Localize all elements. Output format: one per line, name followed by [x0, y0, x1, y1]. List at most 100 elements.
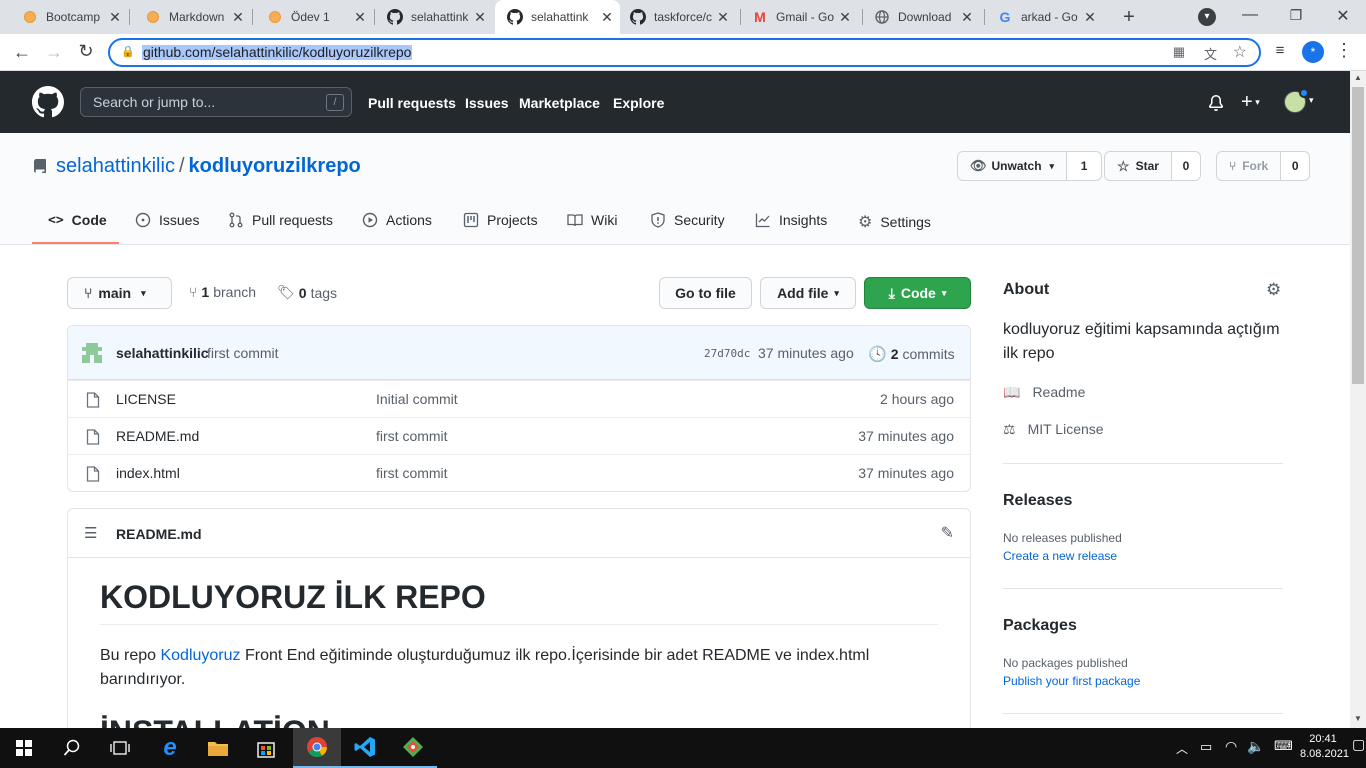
chrome-taskbar-icon[interactable] — [293, 728, 341, 768]
address-bar[interactable]: 🔒 github.com/selahattinkilic/kodluyoruzi… — [108, 38, 1261, 67]
close-tab-icon[interactable]: ✕ — [1083, 10, 1097, 24]
close-tab-icon[interactable]: ✕ — [473, 10, 487, 24]
vscode-icon[interactable] — [341, 728, 389, 768]
browser-tab[interactable]: G arkad - Go ✕ — [975, 0, 1103, 34]
branches-link[interactable]: ⑂ 1 branch — [189, 284, 256, 300]
close-tab-icon[interactable]: ✕ — [716, 10, 730, 24]
nav-pull-requests[interactable]: Pull requests — [368, 95, 456, 111]
add-file-button[interactable]: Add file ▾ — [760, 277, 856, 309]
releases-title[interactable]: Releases — [1003, 492, 1072, 510]
file-commit-message-link[interactable]: Initial commit — [376, 391, 458, 407]
publish-package-link[interactable]: Publish your first package — [1003, 674, 1140, 688]
close-tab-icon[interactable]: ✕ — [960, 10, 974, 24]
repo-owner-link[interactable]: selahattinkilic — [56, 155, 175, 178]
notifications-icon[interactable]: ▢ — [1352, 736, 1365, 753]
repo-name-link[interactable]: kodluyoruzilkrepo — [189, 155, 361, 178]
readme-filename[interactable]: README.md — [116, 526, 202, 542]
tab-wiki[interactable]: Wiki — [567, 212, 617, 228]
commit-author-link[interactable]: selahattinkilic — [116, 345, 209, 361]
scrollbar-thumb[interactable] — [1352, 87, 1364, 384]
maximize-icon[interactable]: ❐ — [1286, 7, 1306, 24]
file-commit-message-link[interactable]: first commit — [376, 465, 448, 481]
language-icon[interactable]: ⌨ — [1274, 738, 1293, 754]
tags-link[interactable]: 🏷 0 tags — [277, 284, 337, 301]
tab-settings[interactable]: ⚙ Settings — [858, 212, 931, 232]
minimize-icon[interactable]: — — [1240, 6, 1260, 24]
browser-tab[interactable]: selahattink ✕ — [365, 0, 493, 34]
forward-arrow-icon[interactable]: → — [44, 42, 64, 63]
file-commit-message-link[interactable]: first commit — [376, 428, 448, 444]
reading-list-icon[interactable]: ≡ — [1270, 42, 1290, 59]
gear-icon[interactable]: ⚙ — [1266, 280, 1281, 300]
wifi-icon[interactable]: ◠ — [1225, 738, 1237, 755]
list-icon[interactable]: ☰ — [84, 524, 97, 542]
tab-search-icon[interactable]: ▾ — [1198, 8, 1216, 26]
close-tab-icon[interactable]: ✕ — [108, 10, 122, 24]
system-clock[interactable]: 20:41 8.08.2021 — [1300, 732, 1349, 762]
create-new-plus-icon[interactable]: + ▾ — [1241, 91, 1260, 114]
chrome-menu-icon[interactable]: ⋮ — [1334, 40, 1354, 61]
windows-start-icon[interactable] — [0, 728, 48, 768]
store-icon[interactable] — [242, 728, 290, 768]
file-explorer-icon[interactable] — [194, 728, 242, 768]
profile-avatar[interactable]: * — [1302, 41, 1324, 63]
browser-tab[interactable]: M Gmail - Go ✕ — [730, 0, 858, 34]
search-icon[interactable] — [48, 728, 96, 768]
author-avatar[interactable] — [82, 343, 102, 363]
bookmark-star-icon[interactable]: ☆ — [1233, 42, 1247, 62]
git-kraken-icon[interactable] — [389, 728, 437, 768]
go-to-file-button[interactable]: Go to file — [659, 277, 752, 309]
task-view-icon[interactable] — [96, 728, 144, 768]
fork-button[interactable]: ⑂ Fork — [1217, 152, 1282, 180]
tab-issues[interactable]: Issues — [135, 212, 199, 228]
scroll-up-arrow-icon[interactable]: ▲ — [1354, 73, 1362, 82]
show-hidden-icons-icon[interactable]: ︿ — [1176, 740, 1188, 757]
browser-tab[interactable]: taskforce/c ✕ — [608, 0, 736, 34]
tab-code[interactable]: <> Code — [48, 212, 107, 228]
nav-explore[interactable]: Explore — [613, 95, 664, 111]
edge-browser-icon[interactable]: e — [146, 728, 194, 768]
reload-icon[interactable]: ↻ — [76, 41, 96, 62]
file-name-link[interactable]: README.md — [116, 428, 199, 444]
star-button[interactable]: ☆ Star — [1105, 152, 1172, 180]
file-row[interactable]: index.html first commit 37 minutes ago — [68, 454, 970, 491]
page-scrollbar[interactable]: ▲ ▼ — [1350, 71, 1366, 728]
file-name-link[interactable]: LICENSE — [116, 391, 176, 407]
translate-icon[interactable]: 文 — [1204, 44, 1217, 63]
kodluyoruz-link[interactable]: Kodluyoruz — [160, 647, 240, 664]
url-text[interactable]: github.com/selahattinkilic/kodluyoruzilk… — [142, 45, 413, 60]
license-link[interactable]: ⚖ MIT License — [1003, 421, 1104, 438]
install-app-icon[interactable]: ▦ — [1173, 44, 1185, 60]
scroll-down-arrow-icon[interactable]: ▼ — [1354, 714, 1362, 723]
search-input[interactable]: Search or jump to... / — [80, 87, 352, 117]
github-logo-icon[interactable] — [32, 86, 64, 123]
unwatch-button[interactable]: 👁 Unwatch ▾ — [958, 152, 1068, 180]
tab-insights[interactable]: Insights — [755, 212, 827, 228]
packages-title[interactable]: Packages — [1003, 617, 1077, 635]
nav-marketplace[interactable]: Marketplace — [519, 95, 600, 111]
edit-pencil-icon[interactable]: ✎ — [941, 523, 954, 543]
tab-security[interactable]: Security — [650, 212, 725, 228]
back-arrow-icon[interactable]: ← — [12, 42, 32, 63]
create-release-link[interactable]: Create a new release — [1003, 549, 1117, 563]
new-tab-icon[interactable]: + — [1118, 6, 1140, 29]
commit-sha-link[interactable]: 27d70dc — [704, 347, 750, 360]
code-clone-button[interactable]: ⤓ Code ▾ — [864, 277, 971, 309]
volume-icon[interactable]: 🔈 — [1247, 738, 1264, 755]
close-tab-icon[interactable]: ✕ — [838, 10, 852, 24]
browser-tab[interactable]: Bootcamp ✕ — [0, 0, 128, 34]
file-name-link[interactable]: index.html — [116, 465, 180, 481]
branch-selector[interactable]: ⑂ main ▾ — [67, 277, 172, 309]
readme-link[interactable]: 📖 Readme — [1003, 384, 1085, 401]
commits-history-link[interactable]: 🕓 2 commits — [868, 345, 955, 363]
tab-pull-requests[interactable]: Pull requests — [228, 212, 333, 228]
tab-actions[interactable]: Actions — [362, 212, 432, 228]
close-tab-icon[interactable]: ✕ — [231, 10, 245, 24]
tab-projects[interactable]: Projects — [463, 212, 538, 228]
browser-tab[interactable]: Download ✕ — [852, 0, 980, 34]
fork-count[interactable]: 0 — [1281, 152, 1310, 180]
browser-tab-active[interactable]: selahattink ✕ — [495, 0, 620, 34]
file-row[interactable]: README.md first commit 37 minutes ago — [68, 417, 970, 454]
battery-icon[interactable]: ▭ — [1200, 739, 1212, 755]
commit-message-link[interactable]: first commit — [207, 345, 279, 361]
